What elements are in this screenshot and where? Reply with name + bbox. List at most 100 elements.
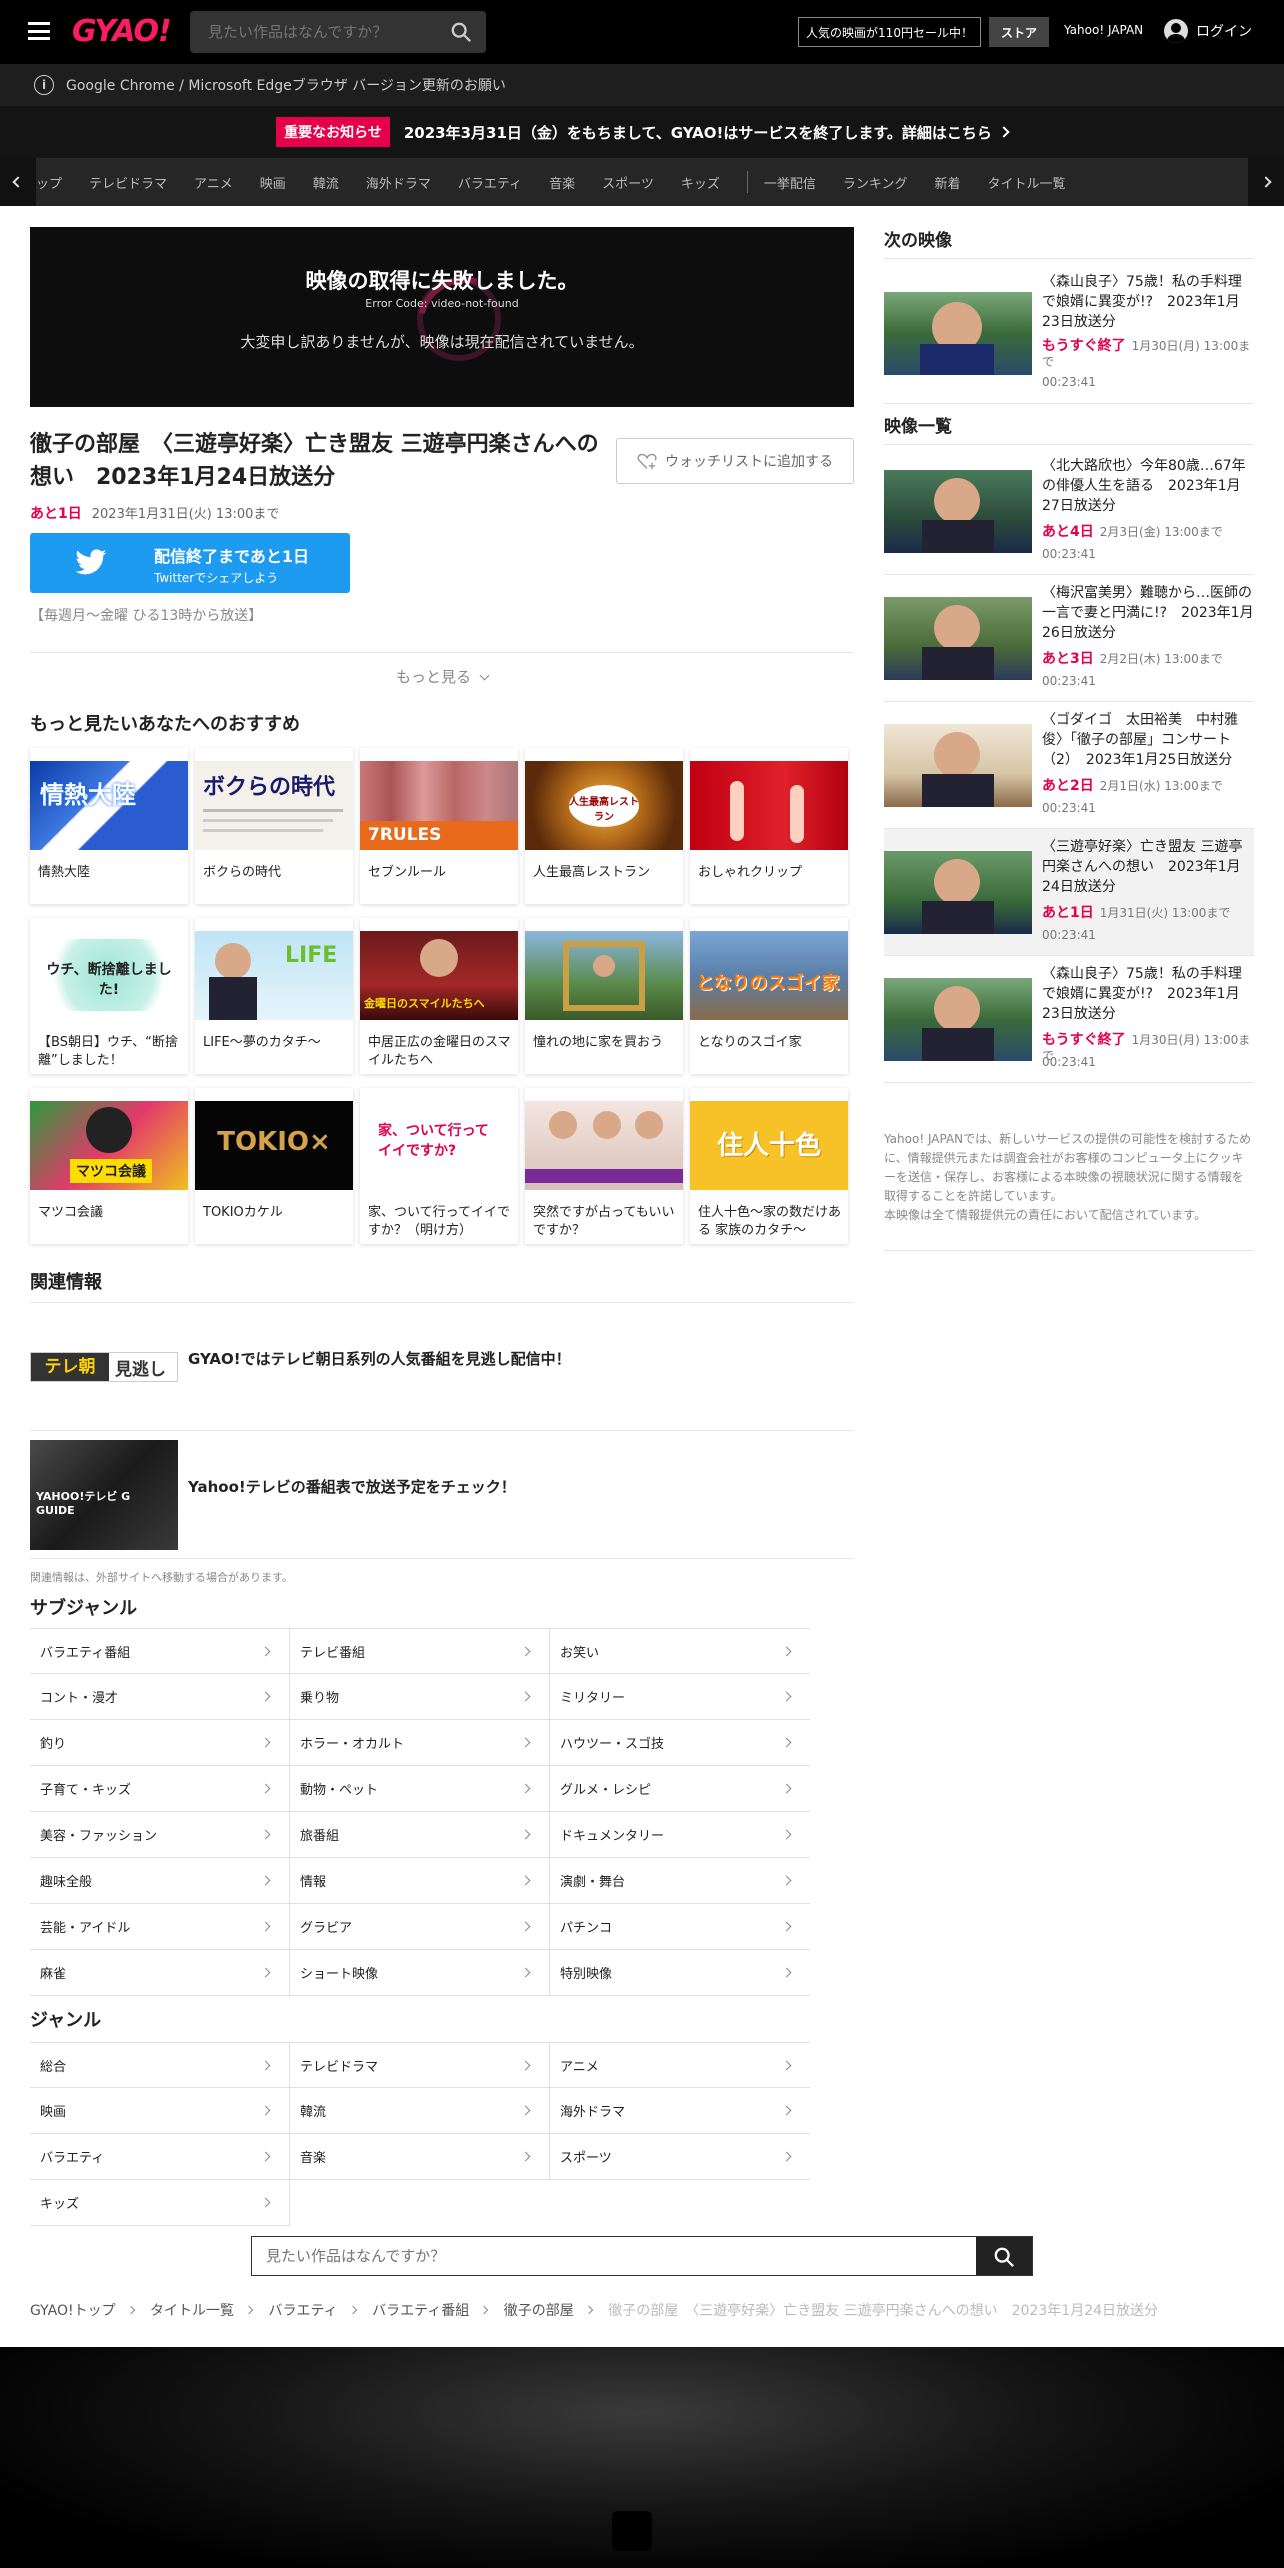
nav-item[interactable]: 海外ドラマ bbox=[366, 173, 431, 192]
subgenre-item[interactable]: ホラー・オカルト bbox=[290, 1720, 550, 1766]
nav-item[interactable]: ップ bbox=[36, 173, 62, 192]
nav-item[interactable]: 一挙配信 bbox=[764, 173, 816, 192]
genre-item[interactable]: バラエティ bbox=[30, 2134, 290, 2180]
subgenre-item[interactable]: 子育て・キッズ bbox=[30, 1766, 290, 1812]
watchlist-button[interactable]: ウォッチリストに追加する bbox=[616, 438, 854, 484]
genre-item[interactable]: 海外ドラマ bbox=[550, 2088, 810, 2134]
breadcrumb-item[interactable]: バラエティ bbox=[269, 2303, 338, 2319]
recommend-card[interactable]: ウチ、断捨離しました! 【BS朝日】ウチ、“断捨離”しました！ bbox=[30, 918, 188, 1074]
subgenre-item[interactable]: 麻雀 bbox=[30, 1950, 290, 1996]
breadcrumb-item[interactable]: 徹子の部屋 bbox=[504, 2303, 574, 2319]
genre-item[interactable]: 音楽 bbox=[290, 2134, 550, 2180]
subgenre-item[interactable]: 趣味全般 bbox=[30, 1858, 290, 1904]
video-list-item[interactable]: 〈ゴダイゴ 太田裕美 中村雅俊〉「徹子の部屋」コンサート（2） 2023年1月2… bbox=[884, 702, 1254, 829]
chevron-right-icon bbox=[348, 2305, 357, 2315]
nav-item[interactable]: 音楽 bbox=[549, 173, 575, 192]
subgenre-item[interactable]: ドキュメンタリー bbox=[550, 1812, 810, 1858]
genre-item[interactable]: 映画 bbox=[30, 2088, 290, 2134]
related-text: Yahoo!テレビの番組表で放送予定をチェック！ bbox=[188, 1478, 516, 1496]
subgenre-item[interactable]: グラビア bbox=[290, 1904, 550, 1950]
nav-item[interactable]: 新着 bbox=[934, 173, 960, 192]
genre-item[interactable]: 韓流 bbox=[290, 2088, 550, 2134]
nav-item[interactable]: バラエティ bbox=[458, 173, 522, 192]
video-list-item[interactable]: 〈北大路欣也〉今年80歳…67年の俳優人生を語る 2023年1月27日放送分 あと… bbox=[884, 448, 1254, 575]
recommend-card[interactable]: 人生最高レストラン 人生最高レストラン bbox=[525, 748, 683, 904]
subgenre-item[interactable]: バラエティ番組 bbox=[30, 1628, 290, 1674]
twitter-line2: Twitterでシェアしよう bbox=[154, 571, 279, 585]
subgenre-item[interactable]: グルメ・レシピ bbox=[550, 1766, 810, 1812]
recommend-card[interactable]: 住人十色 住人十色～家の数だけある 家族のカタチ～ bbox=[690, 1088, 848, 1244]
login-button[interactable]: ログイン bbox=[1164, 19, 1252, 43]
nav-item[interactable]: 韓流 bbox=[313, 173, 339, 192]
subgenre-item[interactable]: ミリタリー bbox=[550, 1674, 810, 1720]
nav-item[interactable]: 映画 bbox=[260, 173, 286, 192]
recommend-card[interactable]: 情熱大陸 情熱大陸 bbox=[30, 748, 188, 904]
recommend-card[interactable]: TOKIO× TOKIOカケル bbox=[195, 1088, 353, 1244]
card-thumbnail: ウチ、断捨離しました! bbox=[30, 931, 188, 1020]
yahoo-japan-link[interactable]: Yahoo! JAPAN bbox=[1064, 23, 1143, 37]
subgenre-item[interactable]: ハウツー・スゴ技 bbox=[550, 1720, 810, 1766]
subgenre-item[interactable]: 情報 bbox=[290, 1858, 550, 1904]
subgenre-item[interactable]: 芸能・アイドル bbox=[30, 1904, 290, 1950]
recommend-card[interactable]: 家、ついて行ってイイですか? 家、ついて行ってイイですか？（明け方） bbox=[360, 1088, 518, 1244]
search-input[interactable] bbox=[190, 11, 430, 53]
subgenre-item[interactable]: お笑い bbox=[550, 1628, 810, 1674]
video-player[interactable]: 映像の取得に失敗しました。 Error Code: video-not-foun… bbox=[30, 227, 854, 407]
genre-item[interactable]: スポーツ bbox=[550, 2134, 810, 2180]
video-list-item[interactable]: 〈森山良子〉75歳！私の手料理で娘婿に異変が!? 2023年1月23日放送分 もう… bbox=[884, 956, 1254, 1083]
genre-item[interactable]: アニメ bbox=[550, 2042, 810, 2088]
chevron-right-icon bbox=[998, 126, 1010, 138]
menu-icon[interactable] bbox=[28, 22, 50, 40]
nav-scroll-right[interactable] bbox=[1248, 158, 1284, 206]
recommend-card[interactable]: LIFE LIFE～夢のカタチ～ bbox=[195, 918, 353, 1074]
next-video-item[interactable]: 〈森山良子〉75歳！私の手料理で娘婿に異変が!? 2023年1月23日放送分 も… bbox=[884, 262, 1254, 404]
subgenre-item[interactable]: 動物・ペット bbox=[290, 1766, 550, 1812]
search-icon[interactable] bbox=[450, 21, 472, 43]
genre-item[interactable]: テレビドラマ bbox=[290, 2042, 550, 2088]
subgenre-label: ホラー・オカルト bbox=[300, 1737, 405, 1752]
subgenre-item[interactable]: 乗り物 bbox=[290, 1674, 550, 1720]
subgenre-item[interactable]: 演劇・舞台 bbox=[550, 1858, 810, 1904]
breadcrumb-item[interactable]: バラエティ番組 bbox=[372, 2303, 469, 2319]
recommend-card[interactable]: 7RULES セブンルール bbox=[360, 748, 518, 904]
nav-scroll-left[interactable] bbox=[0, 158, 36, 206]
nav-item[interactable]: ランキング bbox=[843, 173, 908, 192]
page-top-button[interactable] bbox=[612, 2511, 652, 2551]
nav-item[interactable]: タイトル一覧 bbox=[988, 173, 1066, 192]
nav-item[interactable]: スポーツ bbox=[602, 173, 654, 192]
promo-link[interactable]: 人気の映画が110円セール中！ bbox=[798, 17, 981, 47]
bottom-search-button[interactable] bbox=[976, 2237, 1032, 2275]
recommend-card[interactable]: 金曜日のスマイルたちへ 中居正広の金曜日のスマイルたちへ bbox=[360, 918, 518, 1074]
subgenre-item[interactable]: コント・漫才 bbox=[30, 1674, 290, 1720]
nav-item[interactable]: キッズ bbox=[681, 173, 720, 192]
gyao-logo[interactable]: GYAO! bbox=[72, 14, 172, 49]
genre-item[interactable]: 総合 bbox=[30, 2042, 290, 2088]
subgenre-item[interactable]: パチンコ bbox=[550, 1904, 810, 1950]
video-list-item[interactable]: 〈梅沢富美男〉難聴から…医師の一言で妻と円満に!? 2023年1月26日放送分あ… bbox=[884, 575, 1254, 702]
subgenre-item[interactable]: 美容・ファッション bbox=[30, 1812, 290, 1858]
recommend-card[interactable]: おしゃれクリップ bbox=[690, 748, 848, 904]
subgenre-item[interactable]: ショート映像 bbox=[290, 1950, 550, 1996]
nav-item[interactable]: アニメ bbox=[194, 173, 233, 192]
recommend-card[interactable]: となりのスゴイ家 となりのスゴイ家 bbox=[690, 918, 848, 1074]
breadcrumb-item[interactable]: GYAO!トップ bbox=[30, 2303, 116, 2319]
subgenre-item[interactable]: 特別映像 bbox=[550, 1950, 810, 1996]
recommend-card[interactable]: 突然ですが占ってもいいですか？ bbox=[525, 1088, 683, 1244]
video-list-item[interactable]: 〈三遊亭好楽〉亡き盟友 三遊亭円楽さんへの想い 2023年1月24日放送分 あと1… bbox=[884, 829, 1254, 956]
important-notice[interactable]: 重要なお知らせ 2023年3月31日（金）をもちまして、GYAO!はサービスを終… bbox=[0, 106, 1284, 158]
bottom-search-input[interactable] bbox=[252, 2237, 976, 2275]
store-button[interactable]: ストア bbox=[989, 17, 1049, 47]
subgenre-label: コント・漫才 bbox=[40, 1691, 119, 1706]
twitter-share-button[interactable]: 配信終了まであと1日 Twitterでシェアしよう bbox=[30, 533, 350, 593]
recommend-card[interactable]: 憧れの地に家を買おう bbox=[525, 918, 683, 1074]
recommend-card[interactable]: ボクらの時代 ボクらの時代 bbox=[195, 748, 353, 904]
genre-item[interactable]: キッズ bbox=[30, 2180, 290, 2226]
browser-update-notice[interactable]: i Google Chrome / Microsoft Edgeブラウザ バージ… bbox=[0, 64, 1284, 106]
subgenre-item[interactable]: 釣り bbox=[30, 1720, 290, 1766]
recommend-card[interactable]: マツコ会議 マツコ会議 bbox=[30, 1088, 188, 1244]
subgenre-item[interactable]: 旅番組 bbox=[290, 1812, 550, 1858]
show-more-button[interactable]: もっと見る bbox=[30, 666, 854, 687]
subgenre-item[interactable]: テレビ番組 bbox=[290, 1628, 550, 1674]
breadcrumb-item[interactable]: タイトル一覧 bbox=[150, 2303, 234, 2319]
nav-item[interactable]: テレビドラマ bbox=[89, 173, 167, 192]
